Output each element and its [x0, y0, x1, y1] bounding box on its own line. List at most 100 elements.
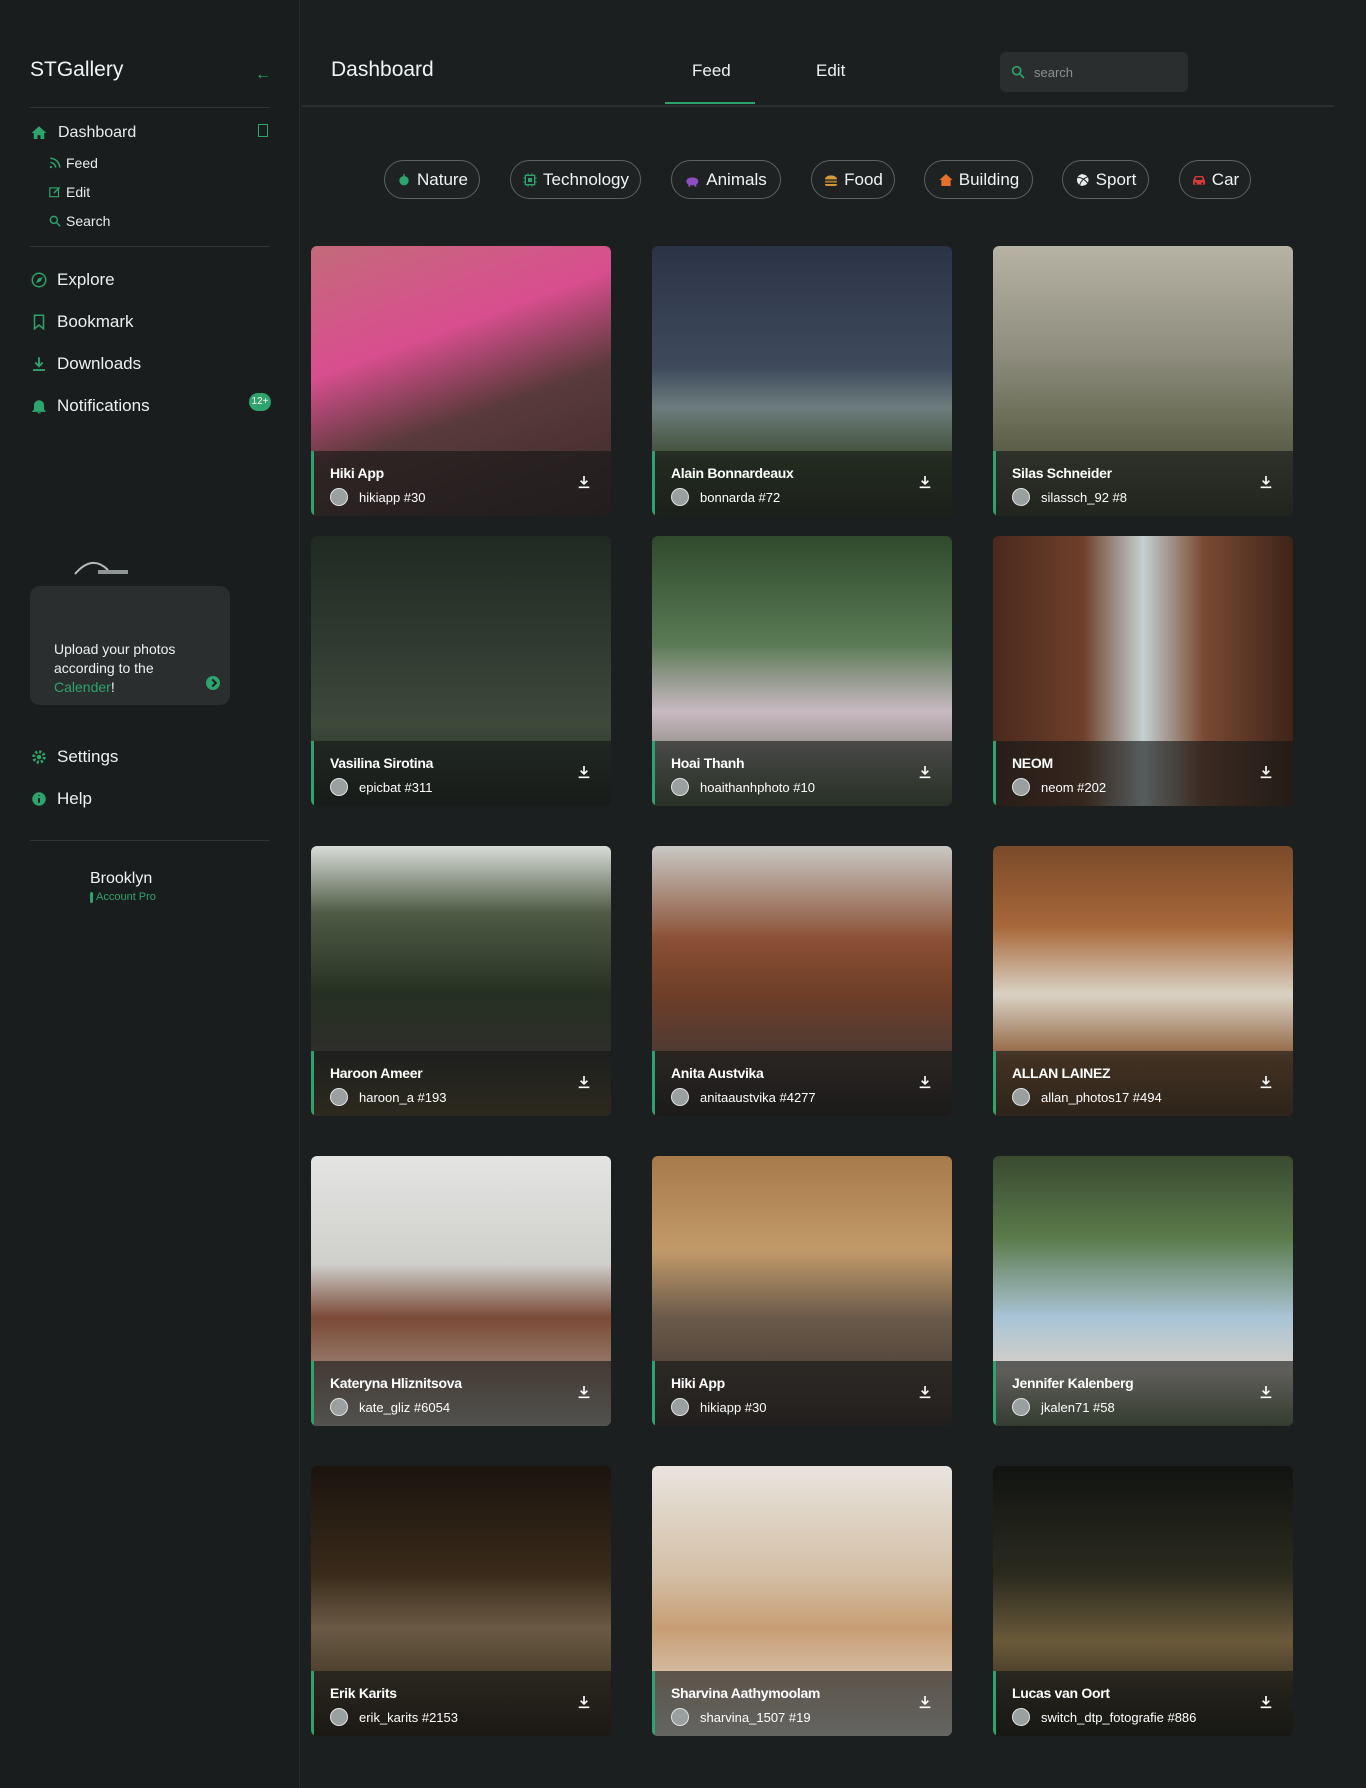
photo-info-bar	[311, 1671, 611, 1736]
sidebar-item-settings[interactable]: Settings	[30, 747, 118, 767]
arrow-right-icon[interactable]	[206, 676, 220, 690]
category-label: Sport	[1095, 169, 1137, 189]
author-avatar[interactable]	[671, 1398, 689, 1416]
photo-handle: jkalen71 #58	[1041, 1400, 1115, 1415]
user-name[interactable]: Brooklyn	[90, 870, 152, 888]
author-avatar[interactable]	[330, 488, 348, 506]
sidebar-subitem-feed[interactable]: Feed	[48, 155, 98, 171]
photo-info-bar	[652, 741, 952, 806]
sidebar-item-help[interactable]: Help	[30, 789, 92, 809]
sidebar-item-dashboard[interactable]: Dashboard	[30, 124, 136, 142]
sidebar-item-explore[interactable]: Explore	[30, 270, 115, 290]
download-icon[interactable]	[917, 474, 933, 490]
author-avatar[interactable]	[330, 778, 348, 796]
search-box[interactable]	[1000, 52, 1188, 92]
photo-author[interactable]: Erik Karits	[330, 1685, 397, 1701]
download-icon[interactable]	[917, 1694, 933, 1710]
category-nature[interactable]: Nature	[384, 160, 480, 199]
calendar-link[interactable]: Calender	[54, 679, 111, 695]
sidebar-subitem-label: Edit	[66, 184, 91, 200]
bookmark-icon	[33, 314, 45, 331]
collapse-sidebar-icon[interactable]: ←	[255, 66, 271, 84]
download-icon[interactable]	[576, 1694, 592, 1710]
upload-message-end: !	[110, 679, 115, 695]
author-avatar[interactable]	[1012, 488, 1030, 506]
photo-card[interactable]: Alain Bonnardeaux bonnarda #72	[652, 246, 952, 516]
photo-author[interactable]: NEOM	[1012, 755, 1053, 771]
author-avatar[interactable]	[1012, 1708, 1030, 1726]
sidebar-item-downloads[interactable]: Downloads	[30, 354, 141, 374]
author-avatar[interactable]	[330, 1088, 348, 1106]
category-building[interactable]: Building	[924, 160, 1033, 199]
sidebar-subitem-edit[interactable]: Edit	[48, 184, 90, 200]
category-sport[interactable]: Sport	[1062, 160, 1149, 199]
author-avatar[interactable]	[330, 1708, 348, 1726]
photo-card[interactable]: Anita Austvika anitaaustvika #4277	[652, 846, 952, 1116]
burger-icon	[825, 174, 838, 186]
photo-author[interactable]: Kateryna Hliznitsova	[330, 1375, 462, 1391]
sidebar-item-notifications[interactable]: Notifications	[30, 396, 150, 416]
download-icon[interactable]	[576, 1074, 592, 1090]
pin-icon[interactable]	[258, 124, 268, 137]
photo-author[interactable]: Sharvina Aathymoolam	[671, 1685, 820, 1701]
download-icon[interactable]	[576, 1384, 592, 1400]
photo-author[interactable]: Hiki App	[671, 1375, 725, 1391]
photo-author[interactable]: Hiki App	[330, 465, 384, 481]
photo-author[interactable]: Silas Schneider	[1012, 465, 1112, 481]
download-icon[interactable]	[1258, 474, 1274, 490]
author-avatar[interactable]	[1012, 1088, 1030, 1106]
photo-author[interactable]: ALLAN LAINEZ	[1012, 1065, 1111, 1081]
author-avatar[interactable]	[671, 778, 689, 796]
sidebar-item-bookmark[interactable]: Bookmark	[30, 312, 134, 332]
photo-card[interactable]: Sharvina Aathymoolam sharvina_1507 #19	[652, 1466, 952, 1736]
author-avatar[interactable]	[671, 1088, 689, 1106]
sidebar-subitem-search[interactable]: Search	[48, 213, 110, 229]
category-technology[interactable]: Technology	[510, 160, 641, 199]
download-icon[interactable]	[576, 764, 592, 780]
download-icon[interactable]	[917, 1384, 933, 1400]
author-avatar[interactable]	[671, 1708, 689, 1726]
photo-card[interactable]: Hoai Thanh hoaithanhphoto #10	[652, 536, 952, 806]
photo-card[interactable]: Silas Schneider silassch_92 #8	[993, 246, 1293, 516]
photo-author[interactable]: Hoai Thanh	[671, 755, 745, 771]
download-icon[interactable]	[917, 1074, 933, 1090]
photo-card[interactable]: Hiki App hikiapp #30	[652, 1156, 952, 1426]
author-avatar[interactable]	[1012, 1398, 1030, 1416]
download-icon[interactable]	[1258, 1074, 1274, 1090]
category-car[interactable]: Car	[1179, 160, 1251, 199]
category-food[interactable]: Food	[811, 160, 895, 199]
photo-card[interactable]: NEOM neom #202	[993, 536, 1293, 806]
download-icon[interactable]	[917, 764, 933, 780]
tab-edit[interactable]: Edit	[816, 61, 845, 81]
search-input[interactable]	[1034, 64, 1174, 80]
author-avatar[interactable]	[1012, 778, 1030, 796]
download-icon[interactable]	[576, 474, 592, 490]
photo-card[interactable]: Kateryna Hliznitsova kate_gliz #6054	[311, 1156, 611, 1426]
download-icon[interactable]	[1258, 1384, 1274, 1400]
photo-author[interactable]: Anita Austvika	[671, 1065, 764, 1081]
photo-handle: anitaaustvika #4277	[700, 1090, 816, 1105]
photo-card[interactable]: Haroon Ameer haroon_a #193	[311, 846, 611, 1116]
author-avatar[interactable]	[671, 488, 689, 506]
photo-author[interactable]: Haroon Ameer	[330, 1065, 423, 1081]
photo-card[interactable]: ALLAN LAINEZ allan_photos17 #494	[993, 846, 1293, 1116]
brand-logo[interactable]: STGallery	[30, 58, 123, 82]
download-icon[interactable]	[1258, 764, 1274, 780]
author-avatar[interactable]	[330, 1398, 348, 1416]
photo-author[interactable]: Alain Bonnardeaux	[671, 465, 794, 481]
page-title: Dashboard	[331, 58, 434, 81]
volleyball-icon	[1076, 173, 1090, 186]
category-animals[interactable]: Animals	[671, 160, 781, 199]
download-icon[interactable]	[1258, 1694, 1274, 1710]
photo-card[interactable]: Vasilina Sirotina epicbat #311	[311, 536, 611, 806]
photo-handle: epicbat #311	[359, 780, 433, 795]
photo-handle: haroon_a #193	[359, 1090, 447, 1105]
photo-card[interactable]: Erik Karits erik_karits #2153	[311, 1466, 611, 1736]
photo-card[interactable]: Jennifer Kalenberg jkalen71 #58	[993, 1156, 1293, 1426]
photo-author[interactable]: Vasilina Sirotina	[330, 755, 433, 771]
photo-author[interactable]: Jennifer Kalenberg	[1012, 1375, 1134, 1391]
photo-author[interactable]: Lucas van Oort	[1012, 1685, 1110, 1701]
photo-card[interactable]: Hiki App hikiapp #30	[311, 246, 611, 516]
photo-card[interactable]: Lucas van Oort switch_dtp_fotografie #886	[993, 1466, 1293, 1736]
tab-feed[interactable]: Feed	[692, 61, 731, 81]
